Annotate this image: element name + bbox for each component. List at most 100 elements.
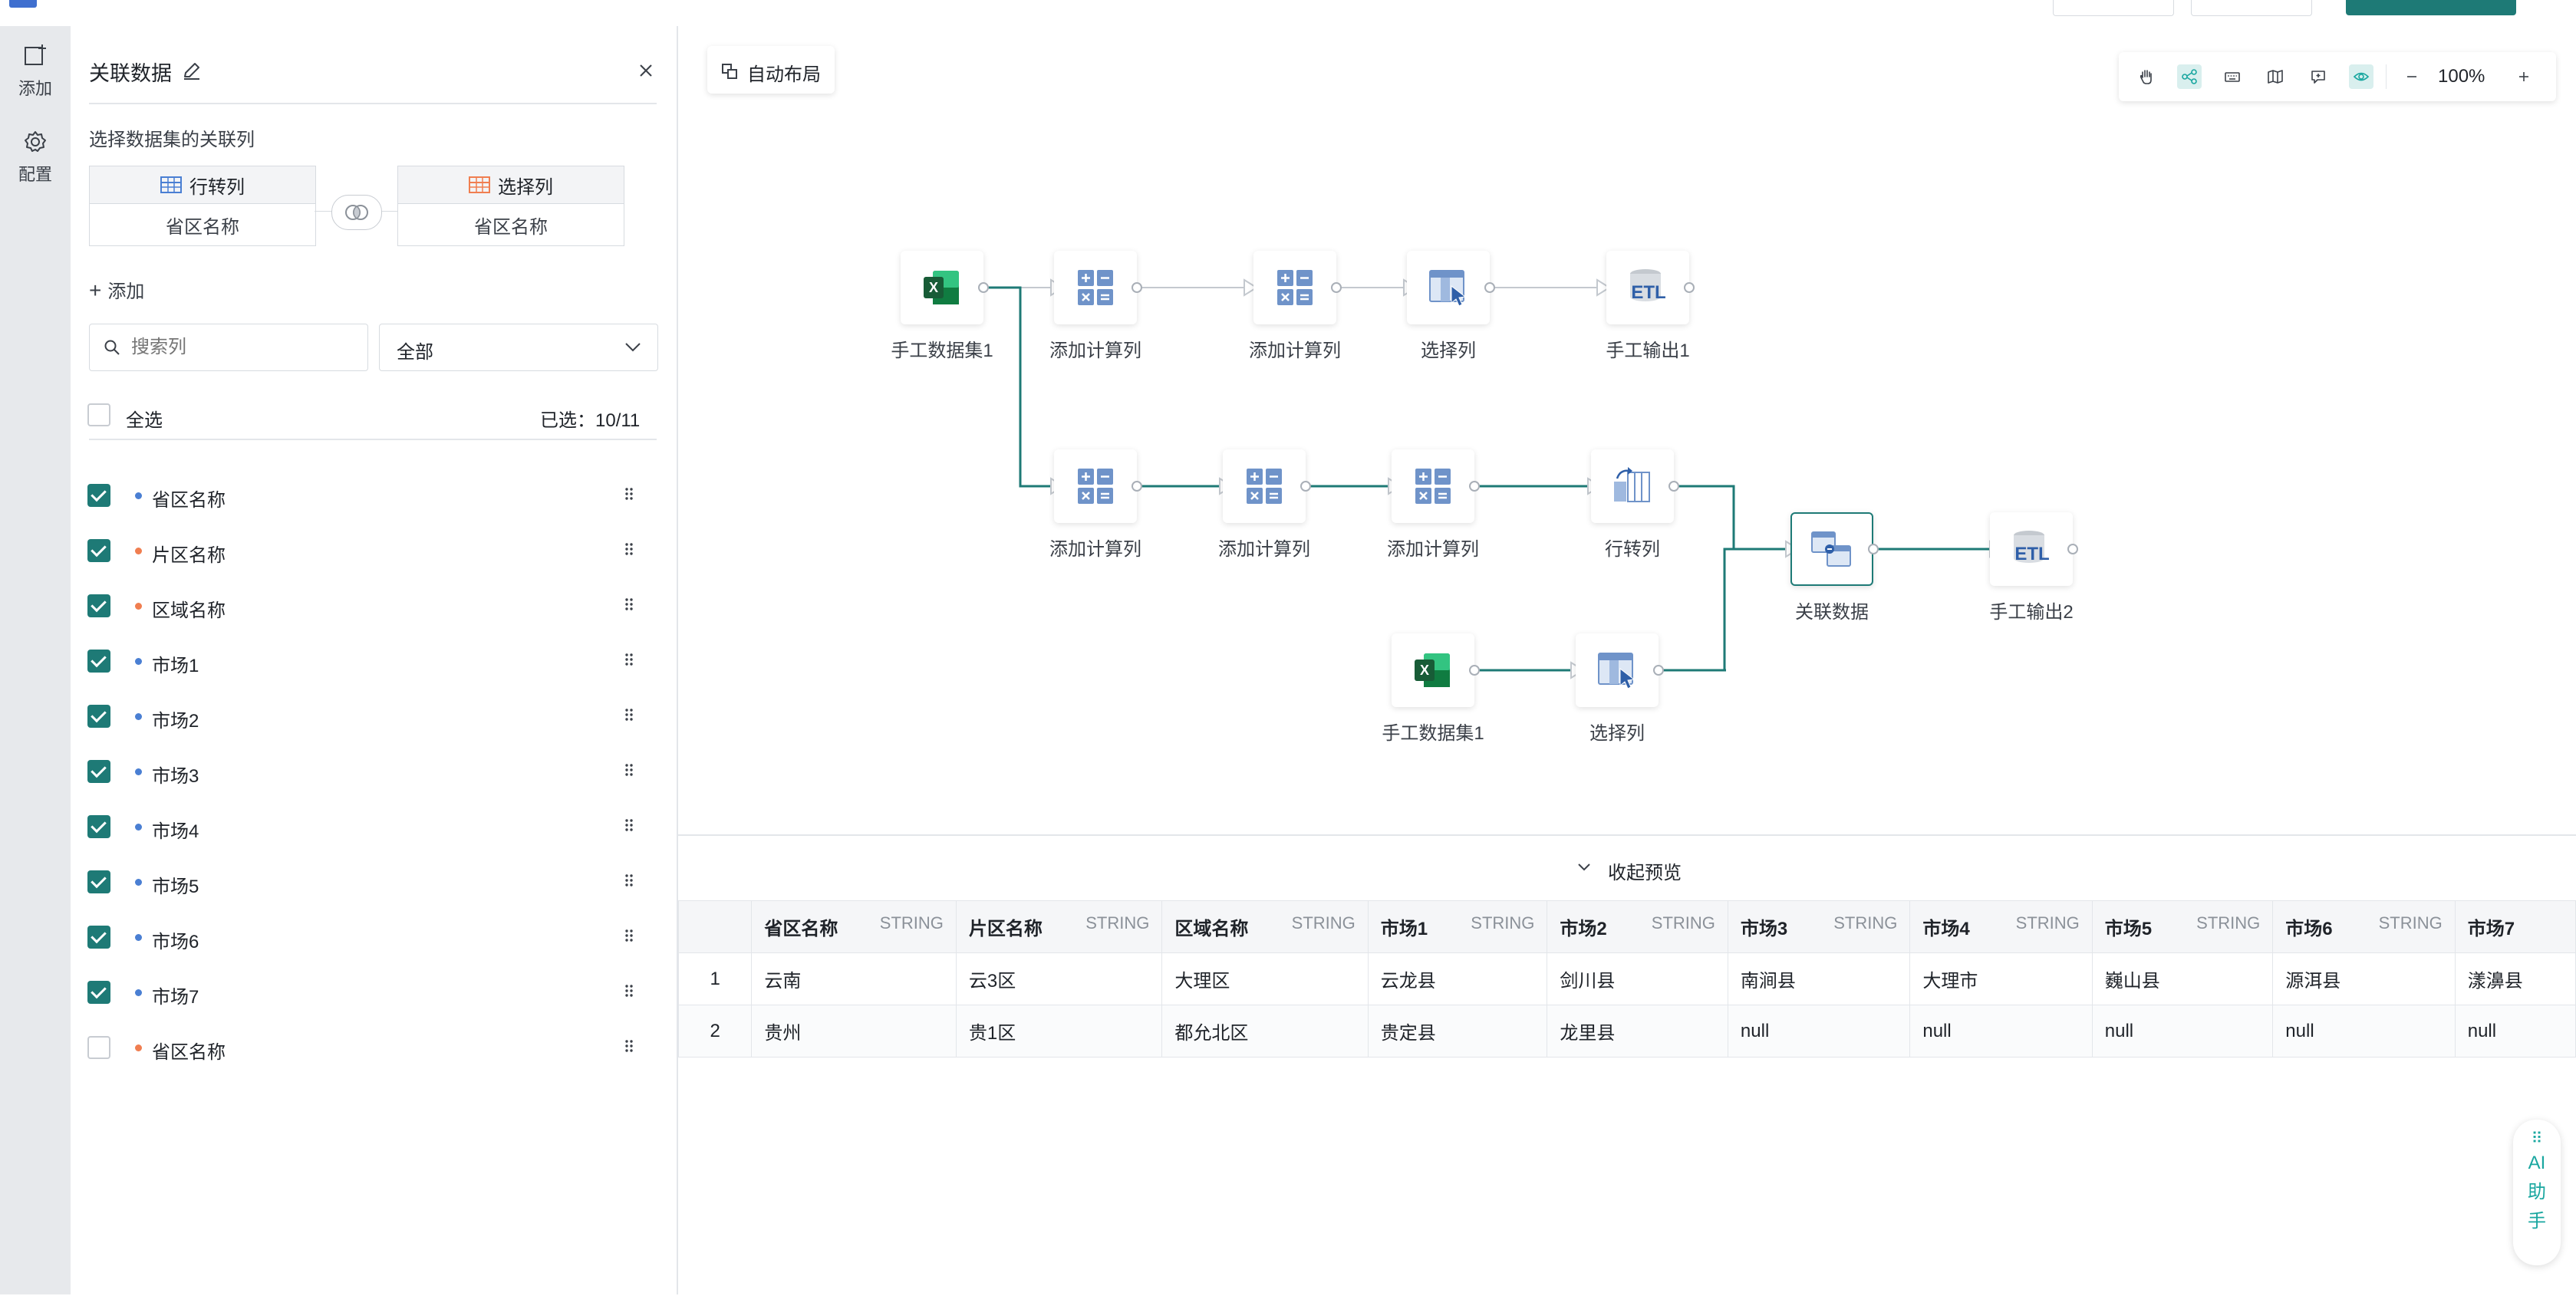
column-header[interactable]: 市场6 STRING: [2272, 900, 2456, 953]
collapse-preview-button[interactable]: 收起预览: [678, 836, 2576, 899]
keyboard-button[interactable]: [2220, 64, 2245, 89]
column-item[interactable]: 省区名称: [87, 1032, 647, 1063]
top-button-1[interactable]: [2053, 0, 2174, 16]
column-checkbox[interactable]: [87, 594, 110, 617]
calc-column-node[interactable]: [1253, 251, 1336, 324]
select-all-checkbox[interactable]: [87, 403, 110, 426]
calc-column-node[interactable]: [1054, 449, 1137, 523]
edit-icon[interactable]: [181, 60, 203, 81]
column-filter-select[interactable]: 全部: [379, 324, 658, 371]
drag-handle-icon[interactable]: [624, 817, 634, 833]
drag-handle-icon[interactable]: [624, 597, 634, 612]
share-nodes-icon: [2182, 69, 2197, 84]
search-input[interactable]: [130, 332, 355, 363]
column-item[interactable]: 市场2: [87, 701, 647, 732]
column-header[interactable]: 省区名称 STRING: [751, 900, 957, 953]
column-item[interactable]: 片区名称: [87, 535, 647, 566]
column-header[interactable]: 区域名称 STRING: [1161, 900, 1369, 953]
column-header[interactable]: 片区名称 STRING: [955, 900, 1163, 953]
join-data-node[interactable]: [1790, 512, 1873, 586]
dataset-node[interactable]: X: [1392, 633, 1474, 707]
output-port[interactable]: [1653, 665, 1664, 676]
zoom-in-button[interactable]: [2512, 64, 2536, 89]
column-header[interactable]: 市场4 STRING: [1909, 900, 2093, 953]
drag-handle-icon[interactable]: [624, 1038, 634, 1054]
output-port[interactable]: [1132, 282, 1142, 293]
column-header-name: 市场6: [2285, 919, 2333, 939]
drag-handle-icon[interactable]: [624, 928, 634, 943]
drag-handle-icon[interactable]: [624, 707, 634, 722]
column-checkbox[interactable]: [87, 870, 110, 893]
calc-column-node[interactable]: [1392, 449, 1474, 523]
output-port[interactable]: [1469, 665, 1480, 676]
flow-canvas[interactable]: 自动布局 X 手工数据集1 添加计算列 添加计算列 选择列 ETL 手工输出1 …: [678, 26, 2576, 834]
output-port[interactable]: [2067, 544, 2078, 554]
close-icon[interactable]: [637, 61, 655, 80]
etl-output-node[interactable]: ETL: [1990, 512, 2073, 586]
output-port[interactable]: [1469, 481, 1480, 492]
left-join-field[interactable]: 省区名称: [90, 204, 315, 245]
zoom-out-button[interactable]: [2400, 64, 2424, 89]
column-item[interactable]: 市场7: [87, 977, 647, 1008]
dataset-node[interactable]: X: [901, 251, 983, 324]
output-port[interactable]: [978, 282, 989, 293]
column-item[interactable]: 市场6: [87, 922, 647, 952]
rail-config[interactable]: 配置: [0, 129, 71, 186]
drag-handle-icon[interactable]: [624, 983, 634, 998]
row-to-column-node[interactable]: [1591, 449, 1674, 523]
field-type-dot-icon: [135, 548, 142, 554]
column-header[interactable]: 市场2 STRING: [1547, 900, 1728, 953]
select-column-node[interactable]: [1576, 633, 1659, 707]
column-checkbox[interactable]: [87, 981, 110, 1004]
join-type-button[interactable]: [331, 195, 382, 230]
top-button-2[interactable]: [2191, 0, 2312, 16]
output-port[interactable]: [1300, 481, 1311, 492]
column-header[interactable]: 市场5 STRING: [2091, 900, 2274, 953]
column-checkbox[interactable]: [87, 760, 110, 783]
drag-handle-icon[interactable]: [624, 873, 634, 888]
left-join-table[interactable]: 行转列 省区名称: [89, 166, 316, 246]
comment-button[interactable]: [2306, 64, 2331, 89]
right-join-field[interactable]: 省区名称: [398, 204, 624, 245]
output-port[interactable]: [1668, 481, 1679, 492]
drag-handle-icon[interactable]: [624, 652, 634, 667]
calc-column-node[interactable]: [1054, 251, 1137, 324]
column-item[interactable]: 省区名称: [87, 480, 647, 511]
column-item[interactable]: 市场1: [87, 646, 647, 676]
output-port[interactable]: [1331, 282, 1342, 293]
column-item[interactable]: 市场5: [87, 867, 647, 897]
column-search-box[interactable]: [89, 324, 368, 371]
flow-view-button[interactable]: [2177, 64, 2202, 89]
select-column-node[interactable]: [1407, 251, 1490, 324]
column-item[interactable]: 区域名称: [87, 590, 647, 621]
column-checkbox[interactable]: [87, 705, 110, 728]
column-item[interactable]: 市场4: [87, 811, 647, 842]
output-port[interactable]: [1484, 282, 1495, 293]
rail-add[interactable]: 添加: [0, 43, 71, 100]
drag-handle-icon[interactable]: [624, 486, 634, 502]
column-checkbox[interactable]: [87, 650, 110, 673]
column-header[interactable]: 市场3 STRING: [1727, 900, 1911, 953]
calc-column-node[interactable]: [1223, 449, 1306, 523]
top-primary-button[interactable]: [2346, 0, 2516, 15]
drag-handle-icon[interactable]: [624, 541, 634, 557]
column-header[interactable]: 市场1 STRING: [1367, 900, 1548, 953]
ai-assistant-button[interactable]: ⠿ AI 助 手: [2513, 1120, 2561, 1265]
column-header[interactable]: 市场7STRING: [2454, 900, 2576, 953]
column-checkbox[interactable]: [87, 539, 110, 562]
column-checkbox[interactable]: [87, 484, 110, 507]
etl-output-node[interactable]: ETL: [1606, 251, 1689, 324]
add-join-button[interactable]: + 添加: [89, 276, 144, 303]
output-port[interactable]: [1684, 282, 1695, 293]
column-checkbox[interactable]: [87, 926, 110, 949]
drag-handle-icon[interactable]: [624, 762, 634, 778]
right-join-table[interactable]: 选择列 省区名称: [397, 166, 624, 246]
column-checkbox[interactable]: [87, 815, 110, 838]
hand-tool-button[interactable]: [2134, 64, 2159, 89]
output-port[interactable]: [1132, 481, 1142, 492]
column-checkbox[interactable]: [87, 1036, 110, 1059]
output-port[interactable]: [1868, 544, 1879, 554]
column-item[interactable]: 市场3: [87, 756, 647, 787]
preview-toggle-button[interactable]: [2349, 64, 2373, 89]
map-button[interactable]: [2263, 64, 2288, 89]
